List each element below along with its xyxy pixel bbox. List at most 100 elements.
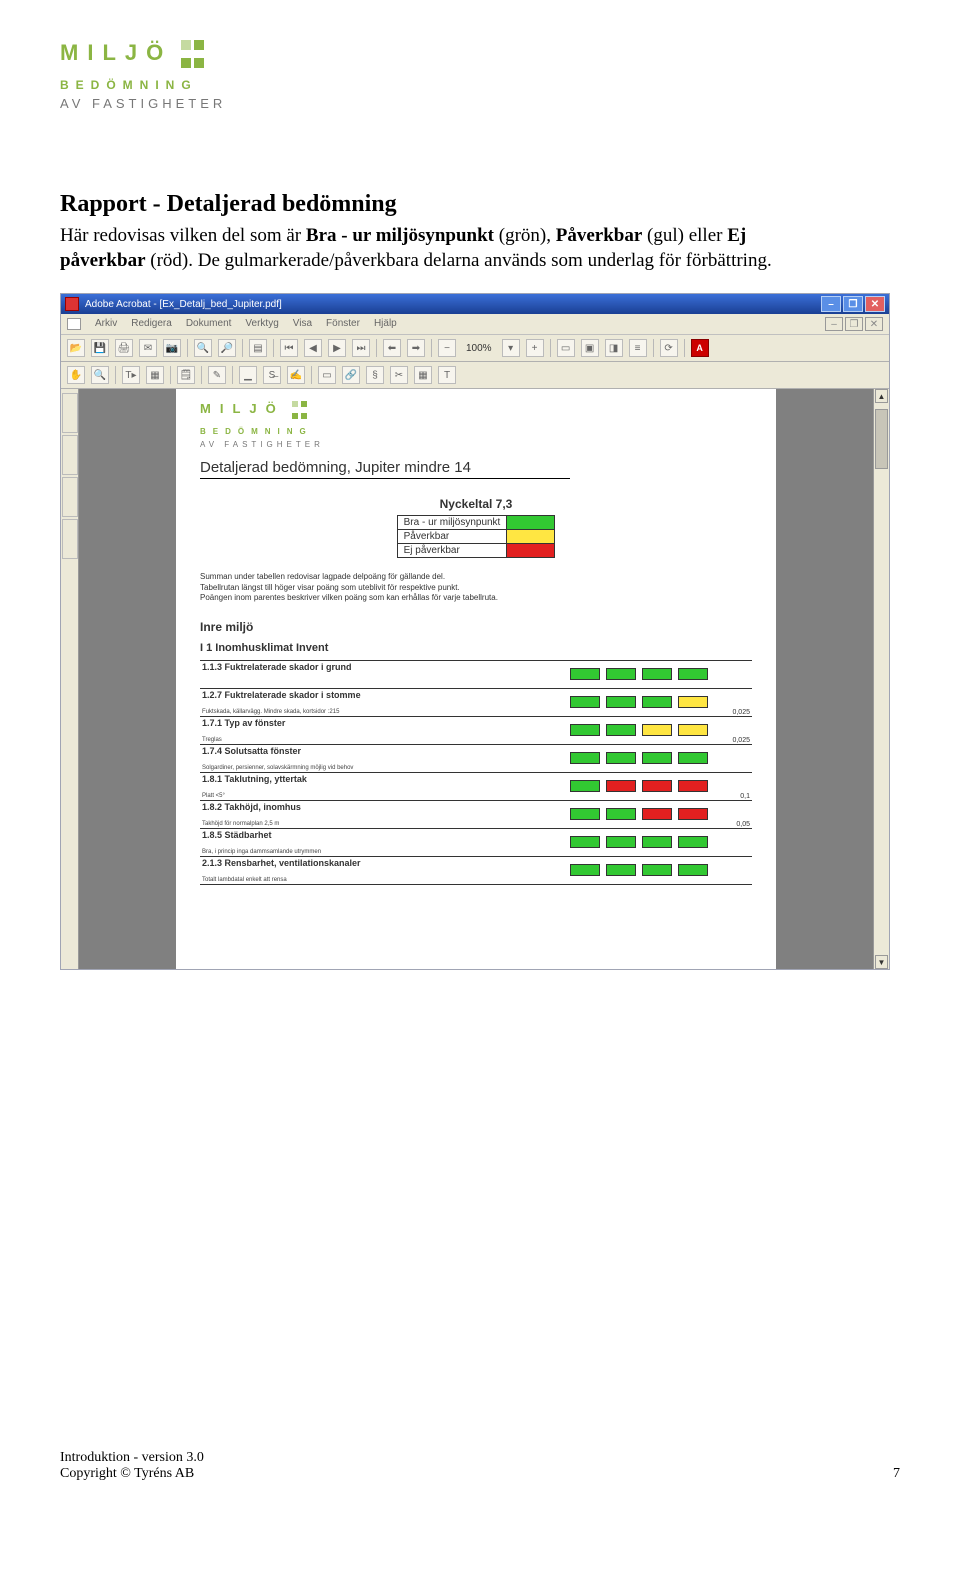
search-icon[interactable]: 🔎 xyxy=(218,339,236,357)
legend-swatch xyxy=(507,516,555,530)
print-icon[interactable]: 🖨 xyxy=(115,339,133,357)
pdf-logo-l3: AV FASTIGHETER xyxy=(200,440,752,449)
row-desc: 2.1.3 Rensbarhet, ventilationskanalerTot… xyxy=(200,857,570,884)
article-icon[interactable]: ▭ xyxy=(318,366,336,384)
para-bold-paverkbar: Påverkbar xyxy=(556,225,643,246)
save-icon[interactable]: 💾 xyxy=(91,339,109,357)
table-row: 1.7.4 Solutsatta fönsterSolgardiner, per… xyxy=(200,745,752,773)
vertical-scrollbar[interactable]: ▲ ▼ xyxy=(873,389,889,969)
table-row: 1.8.2 Takhöjd, inomhusTakhöjd för normal… xyxy=(200,801,752,829)
find-icon[interactable]: 🔍 xyxy=(194,339,212,357)
toolbar-row-1: 📂 💾 🖨 ✉ 📷 🔍 🔎 ▤ ⏮ ◀ ▶ ⏭ ⬅ ➡ − 100% ▾ + ▭ xyxy=(61,335,889,362)
color-cell xyxy=(678,864,708,876)
minimize-button[interactable]: – xyxy=(821,296,841,312)
row-title: 2.1.3 Rensbarhet, ventilationskanaler xyxy=(202,858,568,868)
actual-size-icon[interactable]: ▭ xyxy=(557,339,575,357)
strikeout-icon[interactable]: S̶ xyxy=(263,366,281,384)
mail-icon[interactable]: ✉ xyxy=(139,339,157,357)
color-cell xyxy=(678,836,708,848)
comments-tab[interactable] xyxy=(62,477,78,517)
legend-label: Ej påverkbar xyxy=(397,544,507,558)
adobe-logo-icon: A xyxy=(691,339,709,357)
rotate-icon[interactable]: ⟳ xyxy=(660,339,678,357)
pencil-icon[interactable]: ✎ xyxy=(208,366,226,384)
menu-redigera[interactable]: Redigera xyxy=(131,318,172,330)
back-icon[interactable]: ⬅ xyxy=(383,339,401,357)
close-button[interactable]: ✕ xyxy=(865,296,885,312)
color-cell xyxy=(606,752,636,764)
intro-paragraph: Här redovisas vilken del som är Bra - ur… xyxy=(60,224,820,273)
legend-row: Ej påverkbar xyxy=(397,544,555,558)
signature-icon[interactable]: ✍ xyxy=(287,366,305,384)
toolbar-row-2: ✋ 🔍 T▸ ▦ 🗒 ✎ ▁ S̶ ✍ ▭ 🔗 § ✂ ▦ T xyxy=(61,362,889,389)
camera-icon[interactable]: 📷 xyxy=(163,339,181,357)
form-icon[interactable]: ▦ xyxy=(414,366,432,384)
menu-dokument[interactable]: Dokument xyxy=(186,318,232,330)
zoom-level[interactable]: 100% xyxy=(462,343,496,354)
next-page-icon[interactable]: ▶ xyxy=(328,339,346,357)
open-icon[interactable]: 📂 xyxy=(67,339,85,357)
forward-icon[interactable]: ➡ xyxy=(407,339,425,357)
link-tool-icon[interactable]: 🔗 xyxy=(342,366,360,384)
zoom-out-icon[interactable]: − xyxy=(438,339,456,357)
logo-line2: BEDÖMNING xyxy=(60,78,900,92)
crop-icon[interactable]: ✂ xyxy=(390,366,408,384)
thumbnails-icon[interactable]: ▤ xyxy=(249,339,267,357)
fit-page-icon[interactable]: ▣ xyxy=(581,339,599,357)
zoom-dropdown-icon[interactable]: ▾ xyxy=(502,339,520,357)
color-cell xyxy=(606,836,636,848)
table-row: 1.8.1 Taklutning, yttertakPlatt <5°0,1 xyxy=(200,773,752,801)
scroll-up-arrow-icon[interactable]: ▲ xyxy=(875,389,888,403)
acrobat-window: Adobe Acrobat - [Ex_Detalj_bed_Jupiter.p… xyxy=(60,293,890,970)
scroll-down-arrow-icon[interactable]: ▼ xyxy=(875,955,888,969)
zoom-in-icon[interactable]: + xyxy=(526,339,544,357)
row-desc: 1.8.5 StädbarhetBra, i princip inga damm… xyxy=(200,829,570,856)
hand-tool-icon[interactable]: ✋ xyxy=(67,366,85,384)
text-select-icon[interactable]: T▸ xyxy=(122,366,140,384)
note-tool-icon[interactable]: 🗒 xyxy=(177,366,195,384)
color-cell xyxy=(606,780,636,792)
touchup-icon[interactable]: T xyxy=(438,366,456,384)
scroll-thumb[interactable] xyxy=(875,409,888,469)
row-title: 1.2.7 Fuktrelaterade skador i stomme xyxy=(202,690,568,700)
last-page-icon[interactable]: ⏭ xyxy=(352,339,370,357)
row-title: 1.8.1 Taklutning, yttertak xyxy=(202,774,568,784)
reflow-icon[interactable]: ≡ xyxy=(629,339,647,357)
bookmarks-tab[interactable] xyxy=(62,393,78,433)
maximize-button[interactable]: ❐ xyxy=(843,296,863,312)
table-row: 1.8.5 StädbarhetBra, i princip inga damm… xyxy=(200,829,752,857)
doc-restore-button[interactable]: ❐ xyxy=(845,317,863,331)
first-page-icon[interactable]: ⏮ xyxy=(280,339,298,357)
color-cell xyxy=(642,752,672,764)
menu-verktyg[interactable]: Verktyg xyxy=(245,318,278,330)
highlight-icon[interactable]: ▁ xyxy=(239,366,257,384)
pdf-logo: MILJÖ BEDÖMNING AV FASTIGHETER xyxy=(200,401,752,449)
nav-pane-strip[interactable] xyxy=(61,389,79,969)
zoom-tool-icon[interactable]: 🔍 xyxy=(91,366,109,384)
content-area: MILJÖ BEDÖMNING AV FASTIGHETER Detaljera… xyxy=(61,389,889,969)
menu-visa[interactable]: Visa xyxy=(293,318,312,330)
row-title: 1.7.1 Typ av fönster xyxy=(202,718,568,728)
row-subtitle: Platt <5° xyxy=(202,793,568,799)
row-desc: 1.7.4 Solutsatta fönsterSolgardiner, per… xyxy=(200,745,570,772)
row-cells xyxy=(570,773,712,800)
signatures-tab[interactable] xyxy=(62,519,78,559)
legend-label: Bra - ur miljösynpunkt xyxy=(397,516,507,530)
nyckeltal-label: Nyckeltal 7,3 xyxy=(200,497,752,511)
note-line: Tabellrutan längst till höger visar poän… xyxy=(200,583,752,593)
table-row: 1.1.3 Fuktrelaterade skador i grund xyxy=(200,661,752,689)
doc-close-button[interactable]: ✕ xyxy=(865,317,883,331)
row-desc: 1.1.3 Fuktrelaterade skador i grund xyxy=(200,661,570,688)
menu-hjalp[interactable]: Hjälp xyxy=(374,318,397,330)
graphic-select-icon[interactable]: ▦ xyxy=(146,366,164,384)
prev-page-icon[interactable]: ◀ xyxy=(304,339,322,357)
thread-icon[interactable]: § xyxy=(366,366,384,384)
menu-fonster[interactable]: Fönster xyxy=(326,318,360,330)
fit-width-icon[interactable]: ◨ xyxy=(605,339,623,357)
thumbnails-tab[interactable] xyxy=(62,435,78,475)
para-text: (gul) eller xyxy=(642,225,727,246)
color-cell xyxy=(570,724,600,736)
row-desc: 1.8.2 Takhöjd, inomhusTakhöjd för normal… xyxy=(200,801,570,828)
menu-arkiv[interactable]: Arkiv xyxy=(95,318,117,330)
doc-minimize-button[interactable]: – xyxy=(825,317,843,331)
